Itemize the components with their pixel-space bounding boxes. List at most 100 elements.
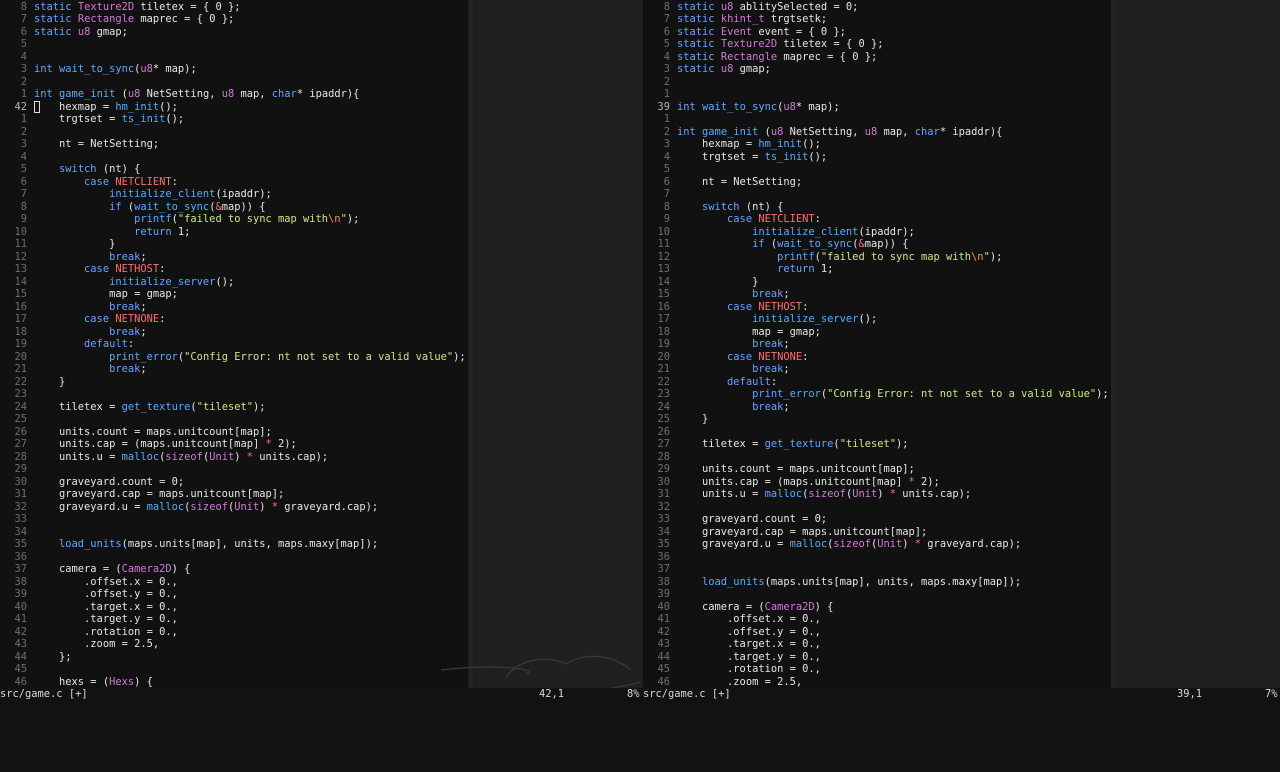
left-code-line[interactable]: 10 return 1; [0,226,190,239]
left-code-line[interactable]: 4 [0,151,34,164]
left-code-line[interactable]: 9 printf("failed to sync map with\n"); [0,213,360,226]
left-code-line[interactable]: 13 case NETHOST: [0,263,165,276]
right-code-line[interactable]: 31 units.u = malloc(sizeof(Unit) * units… [643,488,971,501]
left-code-line[interactable]: 23 [0,388,34,401]
right-code-line[interactable]: 20 case NETNONE: [643,351,808,364]
right-code-line[interactable]: 42 .offset.y = 0., [643,626,820,639]
right-code-line[interactable]: 16 case NETHOST: [643,301,808,314]
right-code-line[interactable]: 38 load_units(maps.units[map], units, ma… [643,576,1021,589]
left-code-line[interactable]: 21 break; [0,363,146,376]
right-code-line[interactable]: 32 [643,501,677,514]
right-code-line[interactable]: 2 int game_init (u8 NetSetting, u8 map, c… [643,126,1003,139]
left-code-line[interactable]: 5 switch (nt) { [0,163,141,176]
left-code-line[interactable]: 34 [0,526,34,539]
left-code-line[interactable]: 7 static Rectangle maprec = { 0 }; [0,13,234,26]
left-code-line[interactable]: 3 nt = NetSetting; [0,138,159,151]
right-code-line[interactable]: 8 switch (nt) { [643,201,784,214]
right-code-line[interactable]: 14 } [643,276,758,289]
left-code-line[interactable]: 35 load_units(maps.units[map], units, ma… [0,538,378,551]
right-code-line[interactable]: 6 static Event event = { 0 }; [643,26,846,39]
right-code-line[interactable]: 39 [643,588,677,601]
left-code-line[interactable]: 17 case NETNONE: [0,313,165,326]
right-code-line[interactable]: 5 [643,163,677,176]
left-code-line[interactable]: 25 [0,413,34,426]
left-code-line[interactable]: 42 .rotation = 0., [0,626,177,639]
left-code-line[interactable]: 12 break; [0,251,146,264]
left-code-line[interactable]: 45 [0,663,34,676]
right-code-line[interactable]: 45 .rotation = 0., [643,663,820,676]
right-code-line[interactable]: 33 graveyard.count = 0; [643,513,827,526]
right-code-line[interactable]: 23 print_error("Config Error: nt not set… [643,388,1108,401]
left-code-line[interactable]: 42 hexmap = hm_init(); [0,100,178,114]
right-code-line[interactable]: 41 .offset.x = 0., [643,613,820,626]
right-code-line[interactable]: 7 [643,188,677,201]
right-code-line[interactable]: 34 graveyard.cap = maps.unitcount[map]; [643,526,927,539]
right-code-line[interactable]: 19 break; [643,338,789,351]
left-code-line[interactable]: 39 .offset.y = 0., [0,588,177,601]
right-code-line[interactable]: 10 initialize_client(ipaddr); [643,226,914,239]
right-code-line[interactable]: 40 camera = (Camera2D) { [643,601,833,614]
right-code-line[interactable]: 46 .zoom = 2.5, [643,676,802,689]
left-code-line[interactable]: 2 [0,76,34,89]
right-code-line[interactable]: 3 hexmap = hm_init(); [643,138,821,151]
right-code-line[interactable]: 18 map = gmap; [643,326,820,339]
left-code-line[interactable]: 28 units.u = malloc(sizeof(Unit) * units… [0,451,328,464]
right-code-line[interactable]: 37 [643,563,677,576]
left-code-line[interactable]: 6 static u8 gmap; [0,26,128,39]
right-code-line[interactable]: 27 tiletex = get_texture("tileset"); [643,438,908,451]
left-code-line[interactable]: 14 initialize_server(); [0,276,234,289]
right-code-line[interactable]: 21 break; [643,363,789,376]
left-code-line[interactable]: 15 map = gmap; [0,288,177,301]
left-code-line[interactable]: 8 static Texture2D tiletex = { 0 }; [0,1,241,14]
left-code-line[interactable]: 27 units.cap = (maps.unitcount[map] * 2)… [0,438,296,451]
right-code-line[interactable]: 9 case NETCLIENT: [643,213,821,226]
right-code-line[interactable]: 6 nt = NetSetting; [643,176,802,189]
left-code-line[interactable]: 46 hexs = (Hexs) { [0,676,152,689]
command-line[interactable] [0,700,1280,720]
left-code-line[interactable]: 37 camera = (Camera2D) { [0,563,190,576]
right-code-line[interactable]: 36 [643,551,677,564]
left-code-line[interactable]: 16 break; [0,301,146,314]
right-code-line[interactable]: 26 [643,426,677,439]
left-code-line[interactable]: 19 default: [0,338,134,351]
right-code-line[interactable]: 25 } [643,413,708,426]
left-code-line[interactable]: 31 graveyard.cap = maps.unitcount[map]; [0,488,284,501]
left-code-line[interactable]: 11 } [0,238,115,251]
right-code-line[interactable]: 1 [643,113,677,126]
right-code-line[interactable]: 11 if (wait_to_sync(&map)) { [643,238,908,251]
right-code-line[interactable]: 4 static Rectangle maprec = { 0 }; [643,51,877,64]
left-code-line[interactable]: 22 } [0,376,65,389]
right-code-line[interactable]: 28 [643,451,677,464]
right-code-line[interactable]: 30 units.cap = (maps.unitcount[map] * 2)… [643,476,939,489]
right-code-line[interactable]: 35 graveyard.u = malloc(sizeof(Unit) * g… [643,538,1021,551]
left-code-line[interactable]: 36 [0,551,34,564]
left-code-line[interactable]: 41 .target.y = 0., [0,613,177,626]
right-code-line[interactable]: 3 static u8 gmap; [643,63,771,76]
right-code-line[interactable]: 7 static khint_t trgtsetk; [643,13,827,26]
left-code-line[interactable]: 3 int wait_to_sync(u8* map); [0,63,197,76]
left-code-line[interactable]: 8 if (wait_to_sync(&map)) { [0,201,266,214]
left-code-line[interactable]: 6 case NETCLIENT: [0,176,178,189]
left-code-line[interactable]: 30 graveyard.count = 0; [0,476,184,489]
left-code-line[interactable]: 18 break; [0,326,146,339]
right-editor-pane[interactable]: 8 static u8 ablitySelected = 0; 7 static kh… [643,0,1111,688]
right-code-line[interactable]: 17 initialize_server(); [643,313,877,326]
right-code-line[interactable]: 15 break; [643,288,789,301]
right-code-line[interactable]: 13 return 1; [643,263,833,276]
left-code-line[interactable]: 1 trgtset = ts_init(); [0,113,184,126]
left-code-line[interactable]: 5 [0,38,34,51]
right-code-line[interactable]: 43 .target.x = 0., [643,638,820,651]
left-code-line[interactable]: 40 .target.x = 0., [0,601,177,614]
left-editor-pane[interactable]: 8 static Texture2D tiletex = { 0 }; 7 stati… [0,0,468,688]
right-code-line[interactable]: 12 printf("failed to sync map with\n"); [643,251,1002,264]
right-code-line[interactable]: 39 int wait_to_sync(u8* map); [643,101,839,114]
left-code-line[interactable]: 43 .zoom = 2.5, [0,638,159,651]
right-code-line[interactable]: 29 units.count = maps.unitcount[map]; [643,463,914,476]
left-code-line[interactable]: 20 print_error("Config Error: nt not set… [0,351,465,364]
left-code-line[interactable]: 38 .offset.x = 0., [0,576,177,589]
left-code-line[interactable]: 29 [0,463,34,476]
left-code-line[interactable]: 32 graveyard.u = malloc(sizeof(Unit) * g… [0,501,378,514]
right-code-line[interactable]: 5 static Texture2D tiletex = { 0 }; [643,38,884,51]
right-code-line[interactable]: 44 .target.y = 0., [643,651,820,664]
right-code-line[interactable]: 24 break; [643,401,789,414]
